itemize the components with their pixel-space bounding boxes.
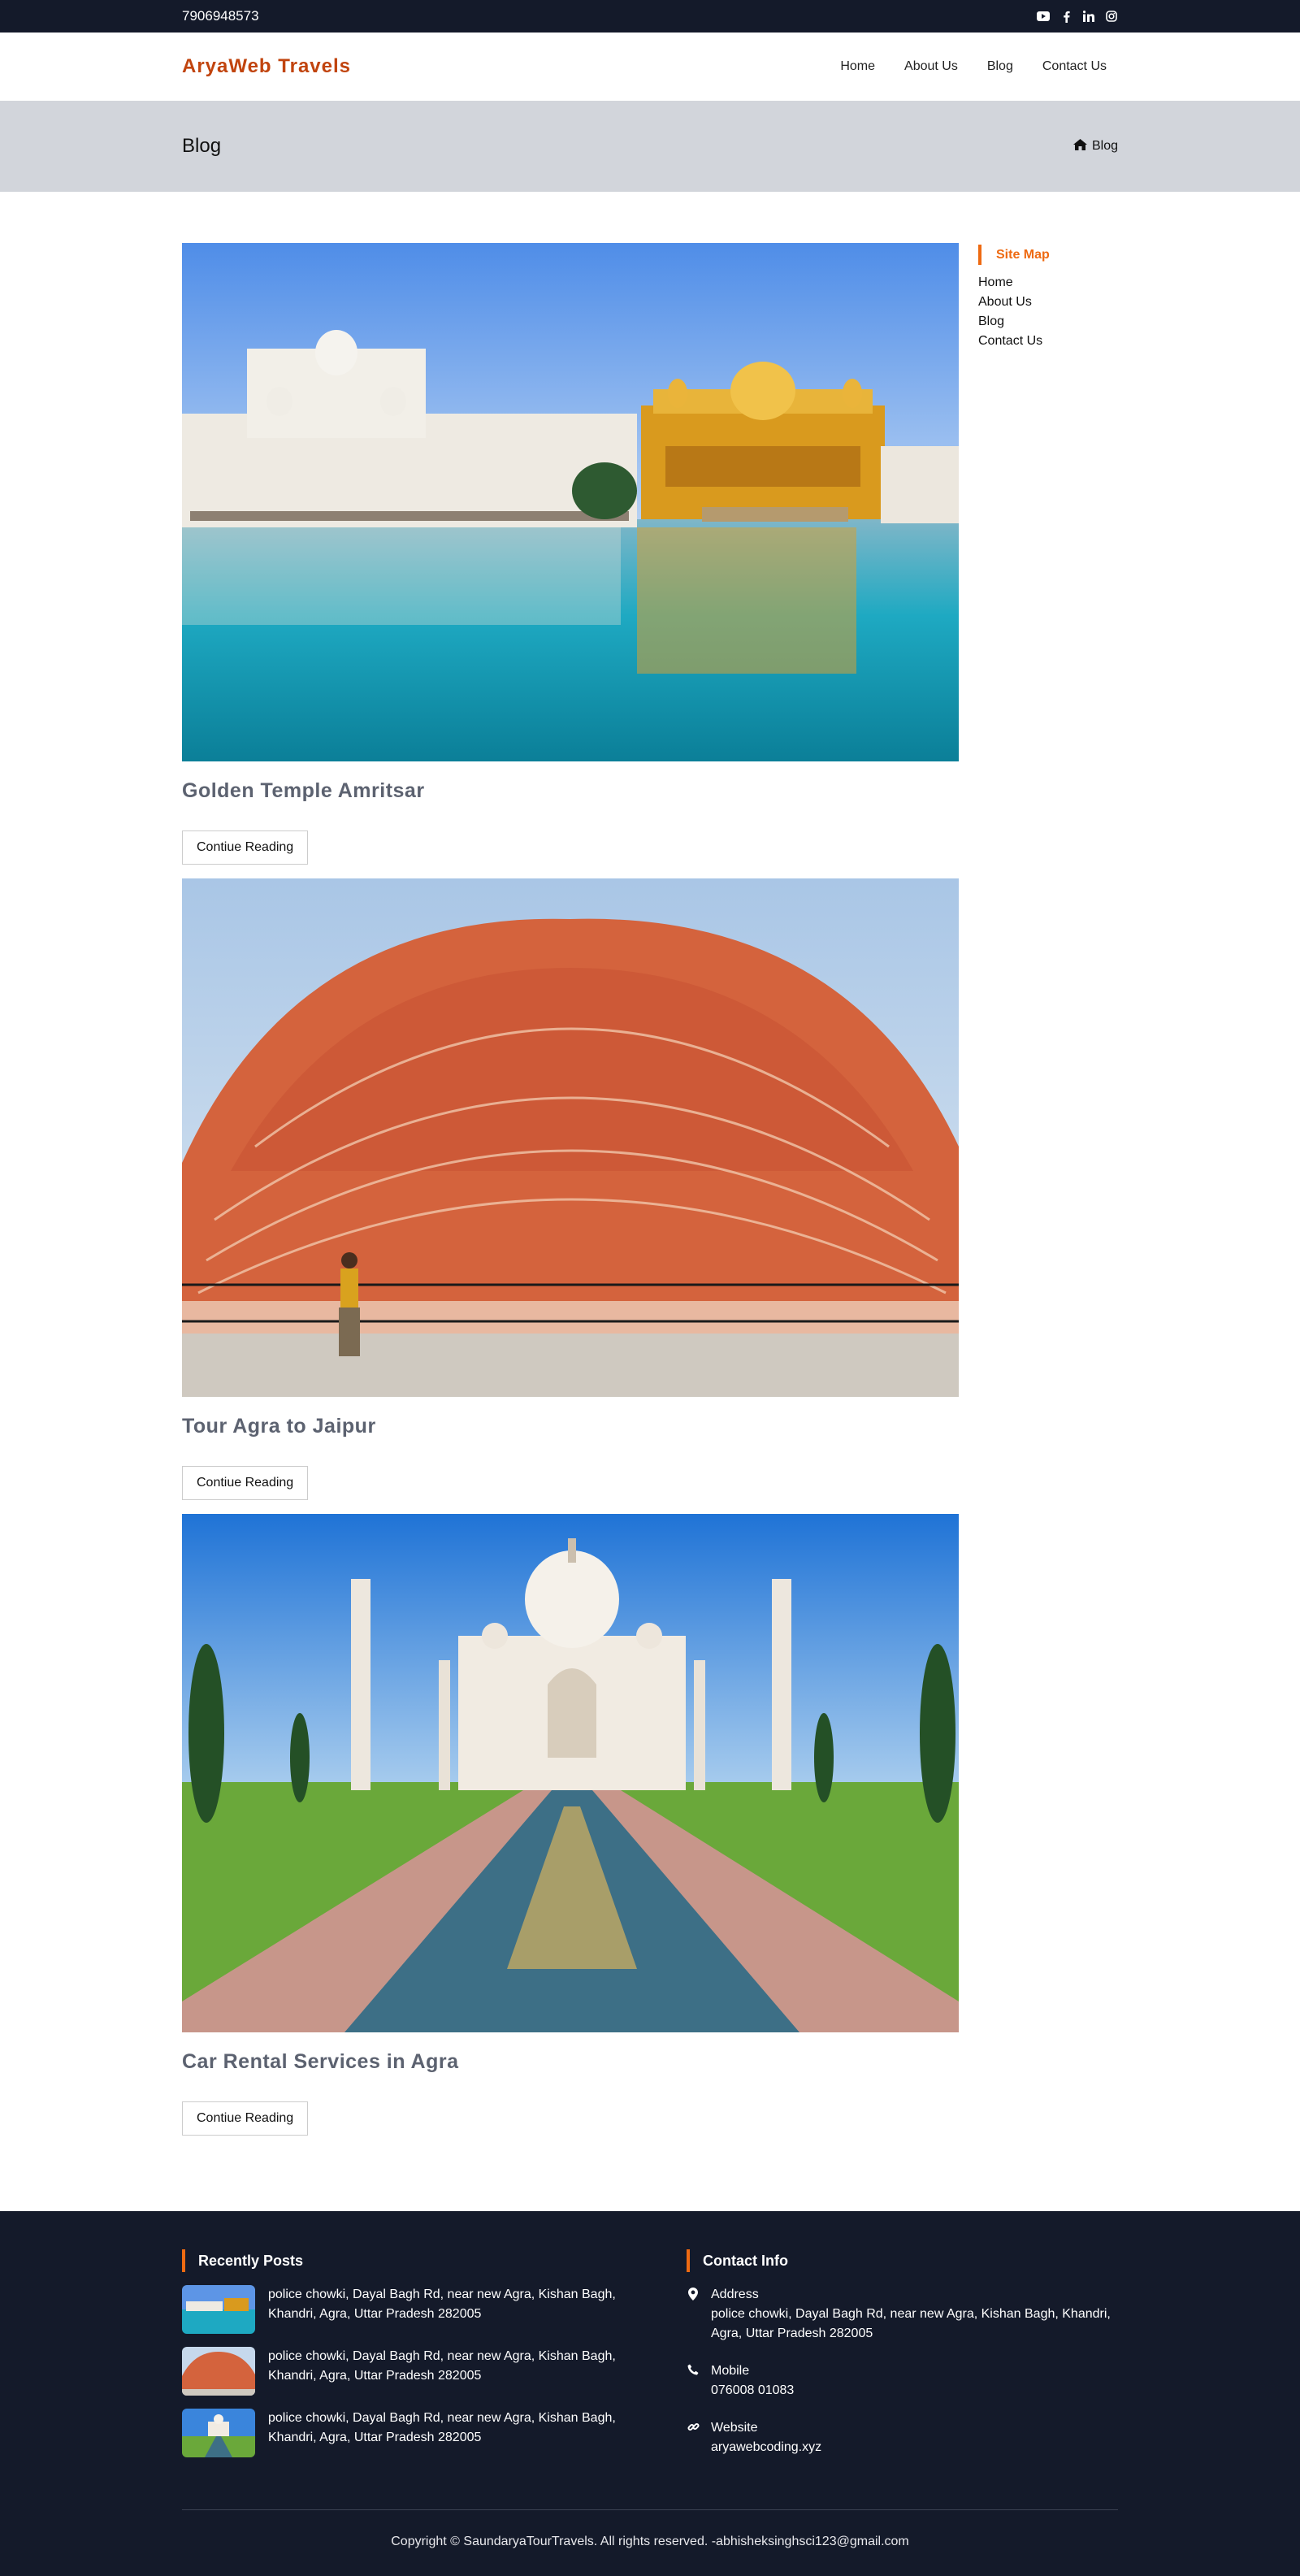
map-pin-icon [687,2285,700,2301]
continue-reading-button[interactable]: Contiue Reading [182,1466,309,1500]
recent-posts-section: Recently Posts police chowki, Dayal Bagh… [182,2249,687,2475]
social-links [1037,10,1118,23]
phone-icon [687,2361,700,2378]
address-value: police chowki, Dayal Bagh Rd, near new A… [711,2307,1111,2340]
contact-address: Address police chowki, Dayal Bagh Rd, ne… [687,2285,1118,2344]
site-footer: Recently Posts police chowki, Dayal Bagh… [0,2211,1300,2576]
facebook-icon[interactable] [1060,10,1072,23]
linkedin-icon[interactable] [1082,10,1095,23]
nav-about-us[interactable]: About Us [904,59,958,74]
post-list: Golden Temple Amritsar Contiue Reading T… [182,243,959,2149]
blog-post: Tour Agra to Jaipur Contiue Reading [182,878,959,1500]
post-title[interactable]: Car Rental Services in Agra [182,2050,959,2074]
site-map-contact-us[interactable]: Contact Us [978,332,1050,351]
sidebar: Site Map Home About Us Blog Contact Us [978,243,1050,2149]
hawa-mahal-thumbnail[interactable] [182,2347,255,2396]
page-banner: Blog Blog [0,101,1300,192]
site-map-list: Home About Us Blog Contact Us [978,273,1050,351]
taj-mahal-thumbnail[interactable] [182,2409,255,2457]
blog-post: Golden Temple Amritsar Contiue Reading [182,243,959,865]
recent-post-item[interactable]: police chowki, Dayal Bagh Rd, near new A… [182,2409,687,2457]
website-label: Website [711,2421,758,2435]
home-icon[interactable] [1072,138,1087,154]
golden-temple-thumbnail[interactable] [182,2285,255,2334]
recent-post-text: police chowki, Dayal Bagh Rd, near new A… [268,2349,616,2383]
contact-info-title: Contact Info [687,2249,1118,2272]
main-content: Golden Temple Amritsar Contiue Reading T… [0,192,1300,2149]
youtube-icon[interactable] [1037,10,1050,23]
recent-post-item[interactable]: police chowki, Dayal Bagh Rd, near new A… [182,2285,687,2334]
brand-logo[interactable]: AryaWeb Travels [182,55,351,78]
link-icon [687,2418,700,2435]
mobile-value[interactable]: 076008 01083 [711,2381,794,2400]
copyright-text: Copyright © SaundaryaTourTravels. All ri… [391,2535,909,2548]
contact-info-section: Contact Info Address police chowki, Daya… [687,2249,1118,2475]
page-title: Blog [182,135,222,157]
hawa-mahal-image[interactable] [182,878,959,1397]
taj-mahal-image[interactable] [182,1514,959,2032]
breadcrumb-current: Blog [1091,139,1118,153]
golden-temple-image[interactable] [182,243,959,761]
contact-website: Website aryawebcoding.xyz [687,2418,1118,2457]
post-title[interactable]: Golden Temple Amritsar [182,779,959,803]
contact-mobile: Mobile 076008 01083 [687,2361,1118,2400]
nav-contact-us[interactable]: Contact Us [1042,59,1107,74]
continue-reading-button[interactable]: Contiue Reading [182,2101,309,2136]
site-map-about-us[interactable]: About Us [978,293,1050,312]
site-map-home[interactable]: Home [978,273,1050,293]
recent-post-text: police chowki, Dayal Bagh Rd, near new A… [268,2411,616,2444]
nav-home[interactable]: Home [840,59,875,74]
site-map-blog[interactable]: Blog [978,312,1050,332]
website-value[interactable]: aryawebcoding.xyz [711,2438,821,2457]
top-bar: 7906948573 [0,0,1300,33]
recent-posts-title: Recently Posts [182,2249,687,2272]
recent-post-text: police chowki, Dayal Bagh Rd, near new A… [268,2288,616,2321]
nav-blog[interactable]: Blog [987,59,1013,74]
address-label: Address [711,2288,759,2301]
phone-number[interactable]: 7906948573 [182,8,259,24]
post-title[interactable]: Tour Agra to Jaipur [182,1415,959,1438]
site-map-title: Site Map [978,245,1050,265]
main-nav: Home About Us Blog Contact Us [840,59,1107,74]
breadcrumb: Blog [1072,138,1118,154]
recent-post-item[interactable]: police chowki, Dayal Bagh Rd, near new A… [182,2347,687,2396]
continue-reading-button[interactable]: Contiue Reading [182,830,309,865]
site-header: AryaWeb Travels Home About Us Blog Conta… [0,33,1300,101]
mobile-label: Mobile [711,2364,750,2378]
blog-post: Car Rental Services in Agra Contiue Read… [182,1514,959,2136]
instagram-icon[interactable] [1105,10,1118,23]
